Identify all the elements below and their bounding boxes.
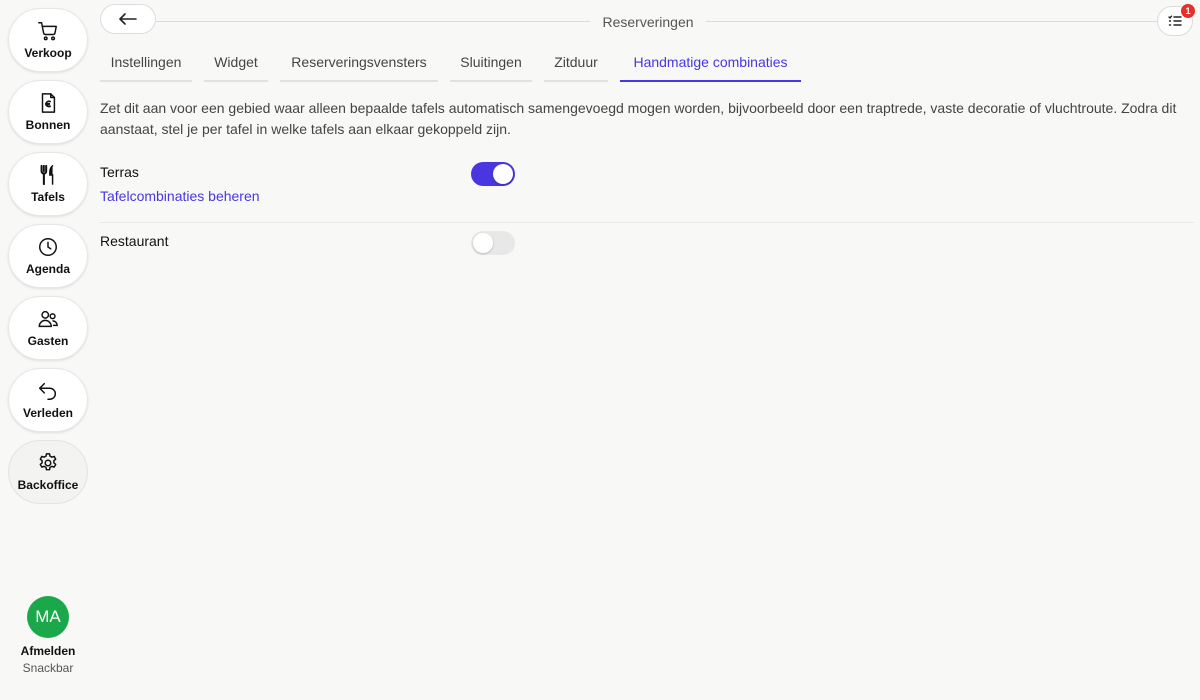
back-button[interactable] — [100, 4, 156, 34]
tab-instellingen[interactable]: Instellingen — [100, 54, 192, 82]
sidebar-item-tafels[interactable]: Tafels — [8, 152, 88, 216]
sidebar-item-agenda[interactable]: Agenda — [8, 224, 88, 288]
area-name-terras: Terras — [100, 164, 139, 180]
page-title: Reserveringen — [602, 14, 694, 30]
cart-icon — [38, 22, 57, 41]
gear-icon — [39, 453, 57, 471]
sidebar-item-bonnen[interactable]: Bonnen — [8, 80, 88, 144]
sidebar-item-gasten[interactable]: Gasten — [8, 296, 88, 360]
toggle-knob — [473, 233, 493, 253]
sidebar-item-backoffice[interactable]: Backoffice — [8, 440, 88, 504]
undo-arrow-icon — [39, 382, 56, 400]
toggle-knob — [493, 164, 513, 184]
sidebar-item-label: Bonnen — [25, 118, 71, 132]
toggle-terras[interactable] — [471, 162, 515, 186]
clock-icon — [39, 238, 57, 256]
description-text: Zet dit aan voor een gebied waar alleen … — [100, 100, 1177, 137]
tab-reserveringsvensters[interactable]: Reserveringsvensters — [280, 54, 438, 82]
sidebar-item-label: Verleden — [22, 406, 74, 420]
users-icon — [38, 310, 58, 328]
manage-table-combinations-link[interactable]: Tafelcombinaties beheren — [100, 188, 260, 204]
header-divider-left — [156, 21, 590, 22]
sidebar-item-label: Verkoop — [24, 46, 72, 60]
header-divider-right — [706, 21, 1157, 22]
tab-zitduur[interactable]: Zitduur — [544, 54, 608, 82]
sidebar-item-label: Backoffice — [17, 478, 79, 492]
receipt-euro-icon — [41, 93, 56, 113]
sidebar-item-verkoop[interactable]: Verkoop — [8, 8, 88, 72]
area-name-restaurant: Restaurant — [100, 233, 169, 249]
tab-handmatige-combinaties[interactable]: Handmatige combinaties — [620, 54, 801, 82]
company-name: Snackbar — [22, 661, 74, 675]
cutlery-icon — [40, 164, 54, 186]
sidebar-item-label: Agenda — [25, 262, 70, 276]
sidebar-item-label: Tafels — [31, 190, 65, 204]
avatar[interactable]: MA — [27, 596, 69, 638]
tab-sluitingen[interactable]: Sluitingen — [450, 54, 532, 82]
notification-badge: 1 — [1181, 4, 1195, 18]
tab-widget[interactable]: Widget — [204, 54, 268, 82]
sidebar-item-label: Gasten — [27, 334, 69, 348]
row-divider — [100, 222, 1194, 223]
sidebar-item-verleden[interactable]: Verleden — [8, 368, 88, 432]
logout-button[interactable]: Afmelden — [0, 644, 96, 658]
sidebar: Verkoop Bonnen Tafels Agenda Gasten Verl… — [0, 0, 96, 700]
arrow-left-icon — [119, 13, 137, 25]
toggle-restaurant[interactable] — [471, 231, 515, 255]
checklist-icon — [1168, 15, 1182, 26]
